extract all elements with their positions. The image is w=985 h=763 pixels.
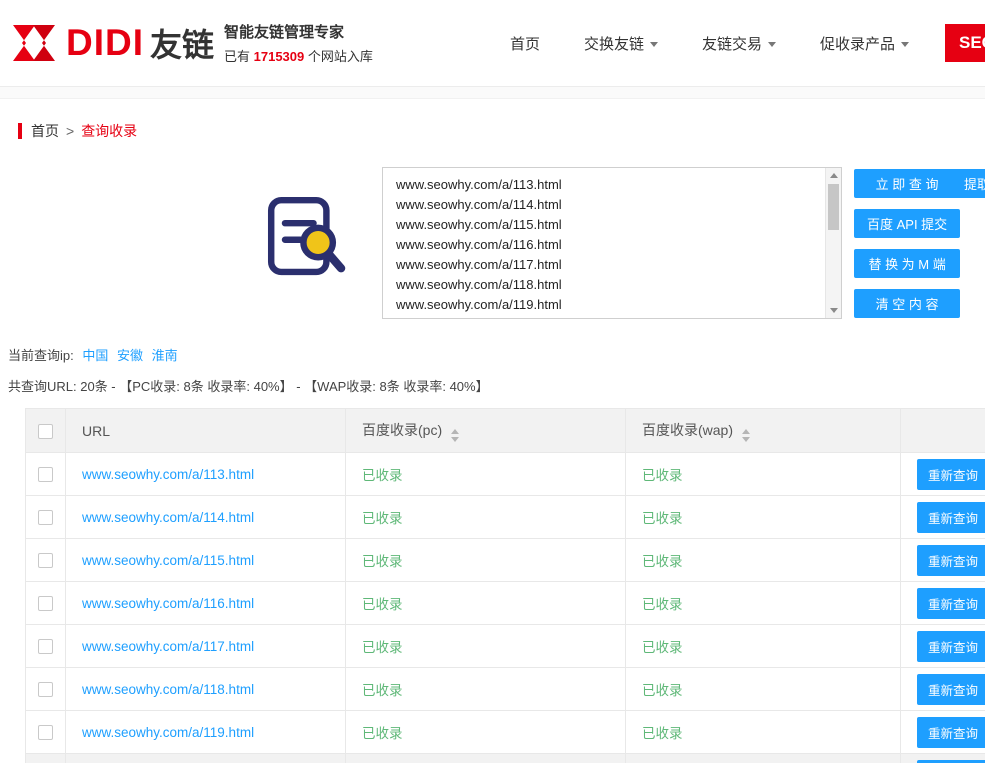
- extract-button[interactable]: 提取: [952, 169, 985, 198]
- nav-item-home[interactable]: 首页: [510, 33, 540, 54]
- requery-button[interactable]: 重新查询: [917, 459, 985, 490]
- replace-with-m-button[interactable]: 替 换 为 M 端: [854, 249, 960, 278]
- column-header-action: [901, 409, 985, 453]
- pc-status: 已收录: [362, 468, 403, 483]
- table-row: www.seowhy.com/a/114.html 已收录 已收录 重新查询: [26, 496, 985, 539]
- breadcrumb-home-link[interactable]: 首页: [31, 121, 59, 141]
- url-cell-link[interactable]: www.seowhy.com/a/115.html: [82, 553, 254, 568]
- ip-link-province[interactable]: 安徽: [117, 348, 143, 363]
- row-checkbox[interactable]: [38, 510, 53, 525]
- logo-text: DIDI: [66, 22, 144, 64]
- breadcrumb-accent-bar: [18, 123, 22, 139]
- nav-item-exchange-links[interactable]: 交换友链: [584, 33, 658, 54]
- query-summary-line: 共查询URL: 20条 - 【PC收录: 8条 收录率: 40%】 - 【WAP…: [8, 376, 985, 395]
- logo-icon: [10, 23, 58, 63]
- requery-button[interactable]: 重新查询: [917, 588, 985, 619]
- breadcrumb: 首页 > 查询收录: [18, 121, 985, 141]
- table-row: www.seowhy.com/a/119.html 已收录 已收录 重新查询: [26, 711, 985, 754]
- clear-content-button[interactable]: 清 空 内 容: [854, 289, 960, 318]
- row-checkbox[interactable]: [38, 682, 53, 697]
- table-header-row: URL 百度收录(pc) 百度收录(wap): [26, 409, 985, 453]
- pc-status: 已收录: [362, 597, 403, 612]
- url-cell-link[interactable]: www.seowhy.com/a/118.html: [82, 682, 254, 697]
- pc-status: 已收录: [362, 511, 403, 526]
- row-checkbox[interactable]: [38, 596, 53, 611]
- row-checkbox[interactable]: [38, 553, 53, 568]
- requery-button[interactable]: 重新查询: [917, 674, 985, 705]
- pc-status: 已收录: [362, 640, 403, 655]
- site-logo[interactable]: DIDI 友链 智能友链管理专家 已有 1715309 个网站入库: [10, 20, 373, 66]
- ip-link-country[interactable]: 中国: [82, 348, 108, 363]
- table-row: www.seowhy.com/a/113.html 已收录 已收录 重新查询: [26, 453, 985, 496]
- requery-button[interactable]: 重新查询: [917, 717, 985, 748]
- url-input-lines: www.seowhy.com/a/113.htmlwww.seowhy.com/…: [383, 168, 841, 315]
- column-header-pc[interactable]: 百度收录(pc): [346, 409, 626, 453]
- site-stats: 已有 1715309 个网站入库: [224, 46, 373, 65]
- table-body: www.seowhy.com/a/113.html 已收录 已收录 重新查询 w…: [26, 453, 985, 763]
- url-cell-link[interactable]: www.seowhy.com/a/114.html: [82, 510, 254, 525]
- nav-item-link-trading[interactable]: 友链交易: [702, 33, 776, 54]
- url-cell-link[interactable]: www.seowhy.com/a/113.html: [82, 467, 254, 482]
- requery-button[interactable]: 重新查询: [917, 760, 985, 763]
- url-cell-link[interactable]: www.seowhy.com/a/119.html: [82, 725, 254, 740]
- scrollbar-thumb[interactable]: [828, 184, 839, 230]
- requery-button[interactable]: 重新查询: [917, 545, 985, 576]
- chevron-down-icon: [768, 42, 776, 47]
- wap-status: 已收录: [642, 726, 683, 741]
- wap-status: 已收录: [642, 554, 683, 569]
- table-row: www.seowhy.com/a/117.html 已收录 已收录 重新查询: [26, 625, 985, 668]
- sort-icon[interactable]: [451, 429, 459, 442]
- scroll-up-icon[interactable]: [826, 168, 841, 183]
- requery-button[interactable]: 重新查询: [917, 502, 985, 533]
- document-search-icon: [262, 191, 354, 283]
- chevron-down-icon: [650, 42, 658, 47]
- breadcrumb-current: 查询收录: [81, 121, 137, 141]
- results-table-wrap: URL 百度收录(pc) 百度收录(wap) www.seowhy.com/a/…: [25, 408, 985, 763]
- ip-link-city[interactable]: 淮南: [152, 348, 178, 363]
- textarea-scrollbar[interactable]: [825, 168, 841, 318]
- table-row: www.seowhy.com/a/120.html 已收录 已收录 重新查询: [26, 754, 985, 763]
- select-all-checkbox[interactable]: [38, 424, 53, 439]
- url-cell-link[interactable]: www.seowhy.com/a/116.html: [82, 596, 254, 611]
- wap-status: 已收录: [642, 468, 683, 483]
- table-row: www.seowhy.com/a/115.html 已收录 已收录 重新查询: [26, 539, 985, 582]
- wap-status: 已收录: [642, 683, 683, 698]
- nav-item-indexing-products[interactable]: 促收录产品: [820, 33, 909, 54]
- main-nav: 首页 交换友链 友链交易 促收录产品: [510, 33, 909, 54]
- breadcrumb-separator: >: [66, 123, 74, 139]
- site-header: DIDI 友链 智能友链管理专家 已有 1715309 个网站入库 首页 交换友…: [0, 0, 985, 86]
- site-count: 1715309: [254, 49, 305, 64]
- pc-status: 已收录: [362, 683, 403, 698]
- wap-status: 已收录: [642, 511, 683, 526]
- wap-status: 已收录: [642, 597, 683, 612]
- logo-text-cn: 友链: [150, 20, 214, 66]
- ip-label: 当前查询ip:: [8, 348, 74, 363]
- header-divider: [0, 86, 985, 99]
- column-header-wap[interactable]: 百度收录(wap): [626, 409, 901, 453]
- scroll-down-icon[interactable]: [826, 303, 841, 318]
- url-cell-link[interactable]: www.seowhy.com/a/117.html: [82, 639, 254, 654]
- seo-cta-button[interactable]: SEO: [945, 24, 985, 62]
- query-now-button[interactable]: 立 即 查 询: [854, 169, 960, 198]
- query-section: www.seowhy.com/a/113.htmlwww.seowhy.com/…: [0, 167, 985, 329]
- table-row: www.seowhy.com/a/118.html 已收录 已收录 重新查询: [26, 668, 985, 711]
- wap-status: 已收录: [642, 640, 683, 655]
- query-button-column: 立 即 查 询 百度 API 提交 替 换 为 M 端 清 空 内 容: [854, 169, 960, 329]
- column-header-url: URL: [66, 409, 346, 453]
- url-textarea[interactable]: www.seowhy.com/a/113.htmlwww.seowhy.com/…: [382, 167, 842, 319]
- current-ip-line: 当前查询ip: 中国 安徽 淮南: [8, 345, 985, 364]
- chevron-down-icon: [901, 42, 909, 47]
- sort-icon[interactable]: [742, 429, 750, 442]
- site-tagline: 智能友链管理专家: [224, 21, 373, 42]
- table-row: www.seowhy.com/a/116.html 已收录 已收录 重新查询: [26, 582, 985, 625]
- pc-status: 已收录: [362, 554, 403, 569]
- row-checkbox[interactable]: [38, 639, 53, 654]
- requery-button[interactable]: 重新查询: [917, 631, 985, 662]
- row-checkbox[interactable]: [38, 467, 53, 482]
- results-table: URL 百度收录(pc) 百度收录(wap) www.seowhy.com/a/…: [25, 408, 985, 763]
- baidu-api-submit-button[interactable]: 百度 API 提交: [854, 209, 960, 238]
- pc-status: 已收录: [362, 726, 403, 741]
- row-checkbox[interactable]: [38, 725, 53, 740]
